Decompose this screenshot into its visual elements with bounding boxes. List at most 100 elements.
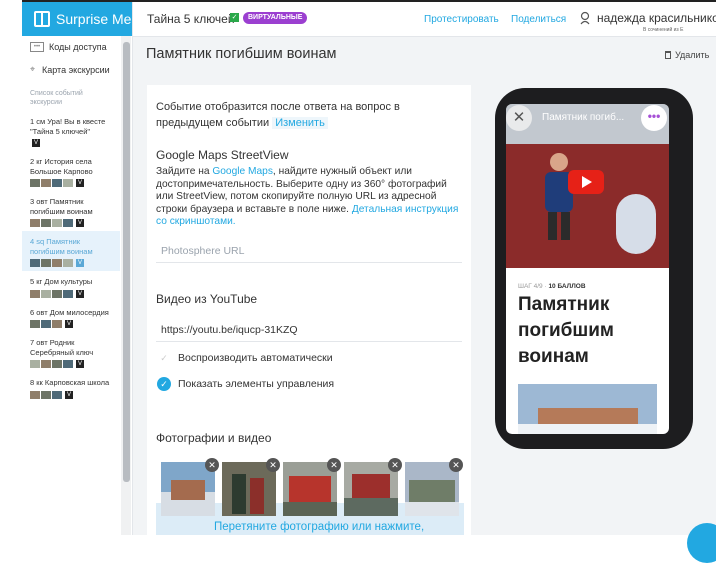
chat-widget-icon[interactable] (687, 523, 716, 563)
event-thumbnail (41, 259, 51, 267)
event-item-1[interactable]: 1 см Ура! Вы в квесте "Тайна 5 ключей" V (22, 111, 120, 151)
video-preview[interactable]: Памятник погиб... (506, 104, 669, 268)
event-item-5[interactable]: 5 кг Дом культуры V (22, 271, 120, 302)
close-icon[interactable]: ✕ (506, 105, 532, 131)
map-pin-icon: ⌖ (30, 64, 36, 74)
gift-icon (34, 11, 50, 27)
remove-photo-icon[interactable]: ✕ (205, 458, 219, 472)
event-thumbnail (30, 390, 40, 399)
event-label: 1 см Ура! Вы в квесте "Тайна 5 ключей" (30, 117, 106, 136)
codes-icon: ••• (30, 42, 44, 52)
delete-button[interactable]: Удалить (665, 50, 709, 60)
snow-ground (518, 424, 657, 434)
photo-thumbnail[interactable]: ✕ (222, 458, 280, 516)
virtual-badge: ВИРТУАЛЬНЫЕ (243, 12, 308, 24)
sidebar: Surprise Me ••• Коды доступа ⌖ Карта экс… (22, 2, 133, 535)
google-maps-link[interactable]: Google Maps (212, 166, 273, 177)
event-item-2[interactable]: 2 кг История села Большое Карпово V (22, 151, 120, 191)
quest-title[interactable]: Тайна 5 ключей (147, 12, 235, 26)
autoplay-checkbox[interactable]: ✓ Воспроизводить автоматически (157, 351, 333, 365)
visible-badge: V (76, 360, 84, 368)
sidebar-scrollbar[interactable] (121, 36, 131, 535)
brand-name: Surprise Me (56, 11, 132, 27)
photosphere-url-input[interactable]: Photosphere URL (156, 239, 462, 263)
youtube-url-input[interactable]: https://youtu.be/iqucp-31KZQ (156, 318, 462, 342)
event-thumbnail (52, 390, 62, 399)
person-image (545, 153, 573, 240)
event-thumbnail (41, 360, 51, 368)
scrollbar-thumb[interactable] (123, 42, 130, 482)
youtube-section-title: Видео из YouTube (156, 292, 258, 306)
event-thumbnail (52, 360, 62, 368)
step-points: 10 БАЛЛОВ (548, 283, 586, 290)
event-thumbnail (30, 360, 40, 368)
delete-label: Удалить (675, 50, 710, 60)
user-avatar-icon[interactable] (580, 11, 590, 25)
remove-photo-icon[interactable]: ✕ (388, 458, 402, 472)
display-condition: Событие отобразится после ответа на вопр… (156, 99, 456, 131)
preview-title: Памятник погибшим воинам (518, 294, 614, 367)
remove-photo-icon[interactable]: ✕ (327, 458, 341, 472)
brand-logo[interactable]: Surprise Me (22, 2, 132, 36)
event-thumbnail (41, 219, 51, 227)
test-link[interactable]: Протестировать (424, 14, 499, 25)
flowers-image (616, 194, 656, 254)
phone-preview: Памятник погиб... ШАГ 4/9 · 10 БАЛЛОВ Па… (495, 88, 693, 449)
event-thumbnail (63, 219, 73, 227)
photo-thumbnail[interactable]: ✕ (344, 458, 402, 516)
editor-area: Памятник погибшим воинам Удалить Событие… (133, 37, 716, 535)
remove-photo-icon[interactable]: ✕ (266, 458, 280, 472)
visible-badge: V (76, 289, 84, 298)
event-thumbnail (63, 360, 73, 368)
event-thumbnail (41, 179, 51, 187)
event-list-caption: Список событий экскурсии (30, 90, 83, 106)
video-title: Памятник погиб... (542, 112, 625, 123)
event-item-8[interactable]: 8 кк Карповская школа V (22, 372, 120, 403)
user-subtitle: В сочинений из Е (643, 27, 684, 33)
photo-thumbnail[interactable]: ✕ (283, 458, 341, 516)
event-thumbnail (63, 179, 73, 187)
show-controls-checkbox[interactable]: ✓ Показать элементы управления (157, 377, 334, 391)
change-condition-link[interactable]: Изменить (272, 117, 328, 129)
check-icon: ✓ (230, 13, 239, 22)
visible-badge: V (32, 139, 40, 147)
event-label: 4 sq Памятник погибшим воинам (30, 237, 93, 256)
event-item-3[interactable]: 3 овт Памятник погибшим воинам V (22, 191, 120, 231)
event-thumbnail (30, 259, 40, 267)
event-item-7[interactable]: 7 овт Родник Серебряный ключ V (22, 332, 120, 372)
more-options-icon[interactable]: ••• (641, 105, 667, 131)
upload-hint[interactable]: Перетяните фотографию или нажмите, (214, 521, 424, 533)
event-thumbnail (63, 259, 73, 267)
event-item-4[interactable]: 4 sq Памятник погибшим воинам V (22, 231, 120, 271)
photo-thumbnail[interactable]: ✕ (161, 458, 219, 516)
event-thumbnail (41, 320, 51, 328)
step-counter: ШАГ 4/9 · (518, 283, 547, 290)
photo-thumbnail[interactable]: ✕ (405, 458, 463, 516)
gmaps-desc-text: Зайдите на (156, 166, 213, 177)
event-thumbnail (52, 179, 62, 187)
event-thumbnail (30, 289, 40, 298)
visible-badge: V (76, 179, 84, 187)
event-thumbnail (41, 390, 51, 399)
autoplay-label: Воспроизводить автоматически (178, 352, 333, 364)
event-item-6[interactable]: 6 овт Дом милосердия V (22, 302, 120, 333)
event-label: 6 овт Дом милосердия (30, 307, 109, 317)
event-thumbnail (30, 179, 40, 187)
event-thumbnail (52, 259, 62, 267)
user-name[interactable]: надежда красильникова (597, 11, 716, 25)
sidebar-link-map[interactable]: ⌖ Карта экскурсии (22, 58, 120, 81)
event-thumbnail (52, 320, 62, 328)
sidebar-link-codes[interactable]: ••• Коды доступа (22, 36, 120, 58)
trash-icon (665, 51, 671, 59)
event-thumbnail (30, 219, 40, 227)
window-border-left (0, 0, 23, 535)
step-info: ШАГ 4/9 · 10 БАЛЛОВ (518, 283, 586, 290)
youtube-play-icon[interactable] (568, 170, 604, 194)
phone-screen: Памятник погиб... ШАГ 4/9 · 10 БАЛЛОВ Па… (506, 104, 669, 434)
event-label: 8 кк Карповская школа (30, 378, 110, 387)
event-label: 3 овт Памятник погибшим воинам (30, 197, 93, 216)
event-thumbnail (52, 219, 62, 227)
remove-photo-icon[interactable]: ✕ (449, 458, 463, 472)
top-bar: Тайна 5 ключей ✓ ВИРТУАЛЬНЫЕ Протестиров… (133, 2, 716, 37)
share-link[interactable]: Поделиться (511, 14, 566, 25)
